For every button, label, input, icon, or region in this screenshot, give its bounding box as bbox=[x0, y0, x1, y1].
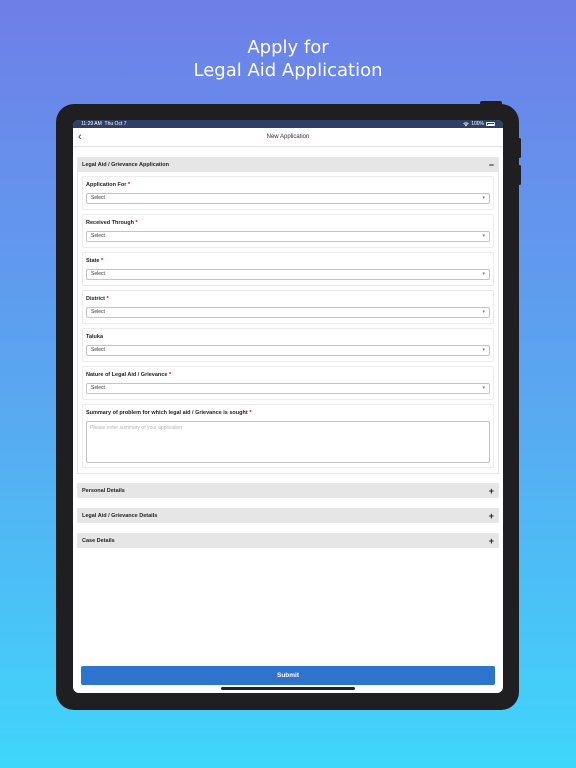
status-indicators: 100% bbox=[463, 120, 495, 128]
dropdown-caret-icon: ▾ bbox=[482, 385, 485, 391]
promo-headline: Apply for Legal Aid Application bbox=[0, 36, 576, 82]
required-marker: * bbox=[106, 296, 109, 302]
wifi-icon bbox=[463, 121, 469, 126]
field-label: Nature of Legal Aid / Grievance * bbox=[86, 372, 172, 378]
summary-textarea[interactable]: Please enter summary of your application bbox=[86, 421, 490, 463]
expand-icon[interactable]: + bbox=[489, 536, 494, 546]
required-marker: * bbox=[100, 258, 104, 264]
field-nature-of-legal-aid: Nature of Legal Aid / Grievance * Select… bbox=[82, 366, 494, 400]
chevron-left-icon[interactable]: ‹ bbox=[78, 130, 82, 144]
submit-button[interactable]: Submit bbox=[81, 666, 495, 685]
section-header-legal-aid-details[interactable]: Legal Aid / Grievance Details + bbox=[77, 508, 499, 523]
page-title: New Application bbox=[266, 134, 310, 140]
form-content: Legal Aid / Grievance Application − Appl… bbox=[73, 147, 503, 548]
status-date: Thu Oct 7 bbox=[104, 121, 127, 127]
home-indicator bbox=[221, 687, 355, 690]
status-time: 11:29 AM bbox=[81, 121, 102, 127]
headline-line-1: Apply for bbox=[247, 37, 329, 58]
section-title: Personal Details bbox=[82, 487, 125, 494]
field-summary: Summary of problem for which legal aid /… bbox=[82, 404, 494, 468]
field-district: District * Select ▾ bbox=[82, 290, 494, 324]
section-title: Legal Aid / Grievance Application bbox=[82, 161, 170, 168]
dropdown-caret-icon: ▾ bbox=[482, 271, 485, 277]
district-select[interactable]: Select ▾ bbox=[86, 307, 490, 318]
status-bar: 11:29 AM Thu Oct 7 100% bbox=[73, 120, 503, 128]
required-marker: * bbox=[135, 220, 138, 226]
section-title: Case Details bbox=[82, 537, 115, 544]
required-marker: * bbox=[249, 410, 252, 416]
field-state: State * Select ▾ bbox=[82, 252, 494, 286]
headline-line-2: Legal Aid Application bbox=[193, 60, 383, 81]
section-body-application: Application For * Select ▾ Received Throu… bbox=[77, 172, 499, 474]
field-received-through: Received Through * Select ▾ bbox=[82, 214, 494, 248]
state-select[interactable]: Select ▾ bbox=[86, 269, 490, 280]
nav-bar: ‹ New Application bbox=[73, 128, 503, 147]
section-header-personal-details[interactable]: Personal Details + bbox=[77, 483, 499, 498]
taluka-select[interactable]: Select ▾ bbox=[86, 345, 490, 356]
dropdown-caret-icon: ▾ bbox=[482, 195, 485, 201]
nature-of-legal-aid-select[interactable]: Select ▾ bbox=[86, 383, 490, 394]
field-label: Application For * bbox=[86, 182, 131, 188]
field-label: Taluka bbox=[86, 334, 104, 340]
section-header-case-details[interactable]: Case Details + bbox=[77, 533, 499, 548]
expand-icon[interactable]: + bbox=[489, 511, 494, 521]
expand-icon[interactable]: + bbox=[489, 486, 494, 496]
field-label: District * bbox=[86, 296, 109, 302]
required-marker: * bbox=[127, 182, 131, 188]
status-time-date: 11:29 AM Thu Oct 7 bbox=[81, 120, 127, 128]
app-screen: 11:29 AM Thu Oct 7 100% ‹ New Applicatio… bbox=[73, 120, 503, 693]
dropdown-caret-icon: ▾ bbox=[482, 309, 485, 315]
field-application-for: Application For * Select ▾ bbox=[82, 176, 494, 210]
battery-icon bbox=[486, 122, 495, 126]
required-marker: * bbox=[168, 372, 172, 378]
field-label: Summary of problem for which legal aid /… bbox=[86, 410, 252, 416]
section-header-application[interactable]: Legal Aid / Grievance Application − bbox=[77, 157, 499, 172]
received-through-select[interactable]: Select ▾ bbox=[86, 231, 490, 242]
application-for-select[interactable]: Select ▾ bbox=[86, 193, 490, 204]
section-title: Legal Aid / Grievance Details bbox=[82, 512, 158, 519]
dropdown-caret-icon: ▾ bbox=[482, 233, 485, 239]
battery-percent: 100% bbox=[471, 121, 484, 127]
collapse-icon[interactable]: − bbox=[489, 160, 494, 170]
field-label: Received Through * bbox=[86, 220, 138, 226]
dropdown-caret-icon: ▾ bbox=[482, 347, 485, 353]
field-taluka: Taluka Select ▾ bbox=[82, 328, 494, 362]
field-label: State * bbox=[86, 258, 104, 264]
